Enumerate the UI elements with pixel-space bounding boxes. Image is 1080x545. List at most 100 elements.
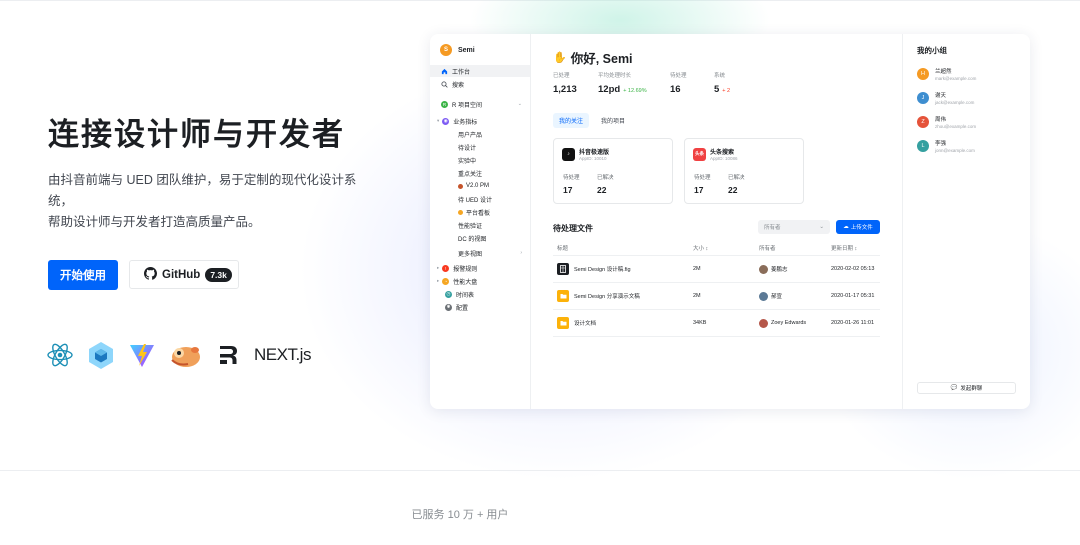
github-stars-badge: 7.3k bbox=[205, 267, 232, 282]
tab-my-projects[interactable]: 我的项目 bbox=[595, 113, 631, 128]
group-title: 我的小组 bbox=[917, 46, 947, 55]
column-updated[interactable]: 更新日期 ↕ bbox=[827, 240, 880, 256]
member-email: mark@example.com bbox=[935, 76, 977, 81]
tab-my-follow[interactable]: 我的关注 bbox=[553, 113, 590, 128]
webpack-icon bbox=[86, 340, 116, 370]
hero-description: 由抖音前端与 UED 团队维护，易于定制的现代化设计系统， 帮助设计师与开发者打… bbox=[48, 170, 368, 233]
nav-workbench[interactable]: 工作台 bbox=[430, 65, 530, 77]
gear-icon: ✱ bbox=[445, 303, 452, 311]
member-item[interactable]: L 李强 jonn@example.com bbox=[917, 139, 975, 153]
nav-alert-rules-label: 报警规则 bbox=[453, 266, 478, 273]
project-todo-value: 17 bbox=[694, 185, 704, 195]
folder-file-icon bbox=[557, 317, 569, 329]
nav-more-views-label: 更多视图 bbox=[458, 251, 483, 258]
clock-icon: ◷ bbox=[445, 290, 452, 298]
table-header-row: 标题 大小 ↕ 所有者 更新日期 ↕ bbox=[553, 240, 880, 256]
toutiao-icon: 头条 bbox=[693, 147, 706, 161]
chevron-down-icon: ▾ bbox=[437, 118, 440, 123]
avatar: H bbox=[917, 68, 929, 80]
chat-icon: 💬 bbox=[950, 385, 958, 391]
board-icon bbox=[458, 209, 463, 215]
table-row[interactable]: Semi Design 设计稿.fig 2M 姜鹏志 2020-02-02 05… bbox=[553, 255, 880, 283]
nav-user-product[interactable]: 用户产品 bbox=[430, 128, 530, 140]
github-button[interactable]: GitHub 7.3k bbox=[129, 260, 239, 289]
react-icon bbox=[46, 341, 74, 369]
remix-icon bbox=[216, 342, 242, 368]
nav-more-views[interactable]: 更多视图 › bbox=[430, 247, 530, 259]
greeting-text: 你好, Semi bbox=[570, 52, 633, 66]
brand[interactable]: S Semi bbox=[440, 44, 475, 56]
member-item[interactable]: Z 周伟 zhou@example.com bbox=[917, 115, 976, 129]
upload-button-label: 上传文件 bbox=[850, 225, 873, 231]
file-date: 2020-01-17 05:31 bbox=[827, 282, 880, 310]
brand-name: Semi bbox=[458, 46, 475, 54]
nav-in-experiment[interactable]: 实验中 bbox=[430, 154, 530, 166]
member-name: 谢天 bbox=[935, 93, 947, 99]
member-item[interactable]: H 兰超然 mark@example.com bbox=[917, 67, 976, 81]
chevron-right-icon: ▸ bbox=[437, 265, 440, 270]
file-size: 2M bbox=[689, 282, 755, 310]
douyin-icon: ♪ bbox=[562, 147, 575, 161]
nav-dc-dashboard[interactable]: DC 的视图 bbox=[430, 232, 530, 244]
nav-perf-board[interactable]: ▸ ◔ 性能大盘 bbox=[430, 275, 530, 287]
avatar: L bbox=[917, 140, 929, 152]
stat-label: 已处理 bbox=[553, 73, 570, 79]
nav-alert-rules[interactable]: ▸ ! 报警规则 bbox=[430, 262, 530, 274]
project-name: 抖音极速版 bbox=[579, 150, 610, 156]
figma-file-icon bbox=[557, 263, 569, 275]
file-date: 2020-01-26 11:01 bbox=[827, 309, 880, 337]
nav-platform-board[interactable]: 平台看板 bbox=[430, 206, 530, 218]
nav-settings[interactable]: ✱ 配置 bbox=[430, 301, 530, 313]
avatar: J bbox=[917, 92, 929, 104]
files-title: 待处理文件 bbox=[553, 224, 593, 233]
file-owner: 姜鹏志 bbox=[771, 267, 788, 273]
table-row[interactable]: Semi Design 分享演示文稿 2M 郝宣 2020-01-17 05:3… bbox=[553, 282, 880, 310]
github-icon bbox=[144, 266, 158, 283]
column-size[interactable]: 大小 ↕ bbox=[689, 240, 755, 256]
project-name: 头条搜索 bbox=[710, 150, 735, 156]
nav-search[interactable]: 搜索 bbox=[430, 78, 530, 90]
section-divider bbox=[0, 470, 1080, 471]
start-group-chat-button[interactable]: 💬 发起群聊 bbox=[917, 382, 1016, 394]
chevron-right-icon: ▸ bbox=[437, 278, 440, 283]
nav-to-ued[interactable]: 待 UED 设计 bbox=[430, 193, 530, 205]
start-button[interactable]: 开始使用 bbox=[48, 260, 118, 290]
dashboard-preview: S Semi 工作台 搜索 R R 项目空间 ⌄ ▾ ◉ 业务指标 用户产品 待… bbox=[430, 34, 1030, 409]
chevron-right-icon: › bbox=[520, 250, 522, 256]
home-icon bbox=[441, 68, 448, 75]
nav-v2-pm[interactable]: V2.0 PM bbox=[430, 180, 530, 192]
nav-timeline[interactable]: ◷ 时间表 bbox=[430, 288, 530, 300]
nav-settings-label: 配置 bbox=[456, 305, 469, 312]
stat-value: 1,213 bbox=[553, 84, 577, 95]
avatar: Z bbox=[917, 116, 929, 128]
member-item[interactable]: J 谢天 jack@example.com bbox=[917, 91, 974, 105]
stat-value: 16 bbox=[670, 84, 681, 95]
table-row[interactable]: 设计文档 34KB Zoey Edwards 2020-01-26 11:01 bbox=[553, 309, 880, 337]
project-card[interactable]: 头条 头条搜索 AppID: 10086 待处理 17 已解决 22 bbox=[684, 138, 804, 204]
nav-v2-pm-label: V2.0 PM bbox=[466, 183, 490, 189]
nav-perf-board-label: 性能大盘 bbox=[453, 279, 478, 286]
nav-focus[interactable]: 重点关注 bbox=[430, 167, 530, 179]
stat-label: 系统 bbox=[714, 73, 726, 79]
nav-to-design[interactable]: 待设计 bbox=[430, 141, 530, 153]
upload-button[interactable]: ☁ 上传文件 bbox=[836, 220, 880, 234]
nav-platform-board-label: 平台看板 bbox=[466, 210, 491, 217]
file-title: Semi Design 设计稿.fig bbox=[574, 267, 631, 273]
nav-perf-verify[interactable]: 性能验证 bbox=[430, 219, 530, 231]
member-name: 周伟 bbox=[935, 117, 947, 123]
sidebar: S Semi 工作台 搜索 R R 项目空间 ⌄ ▾ ◉ 业务指标 用户产品 待… bbox=[430, 34, 531, 409]
nav-project-space[interactable]: R R 项目空间 ⌄ bbox=[430, 98, 530, 110]
alert-icon: ! bbox=[442, 264, 450, 272]
stat-delta-up: + 12.69% bbox=[623, 88, 647, 94]
file-owner: 郝宣 bbox=[771, 294, 783, 300]
avatar bbox=[759, 264, 768, 274]
file-date: 2020-02-02 05:13 bbox=[827, 255, 880, 283]
nav-search-label: 搜索 bbox=[452, 82, 465, 89]
dashboard-icon: ◔ bbox=[442, 277, 450, 285]
nav-business-metrics[interactable]: ▾ ◉ 业务指标 bbox=[430, 115, 530, 127]
rspack-icon bbox=[168, 340, 204, 370]
owner-select[interactable]: 所有者 ⌄ bbox=[758, 220, 830, 234]
github-label: GitHub bbox=[162, 268, 201, 281]
group-panel: 我的小组 H 兰超然 mark@example.com J 谢天 jack@ex… bbox=[902, 34, 1030, 409]
project-card[interactable]: ♪ 抖音极速版 AppID: 10010 待处理 17 已解决 22 bbox=[553, 138, 673, 204]
